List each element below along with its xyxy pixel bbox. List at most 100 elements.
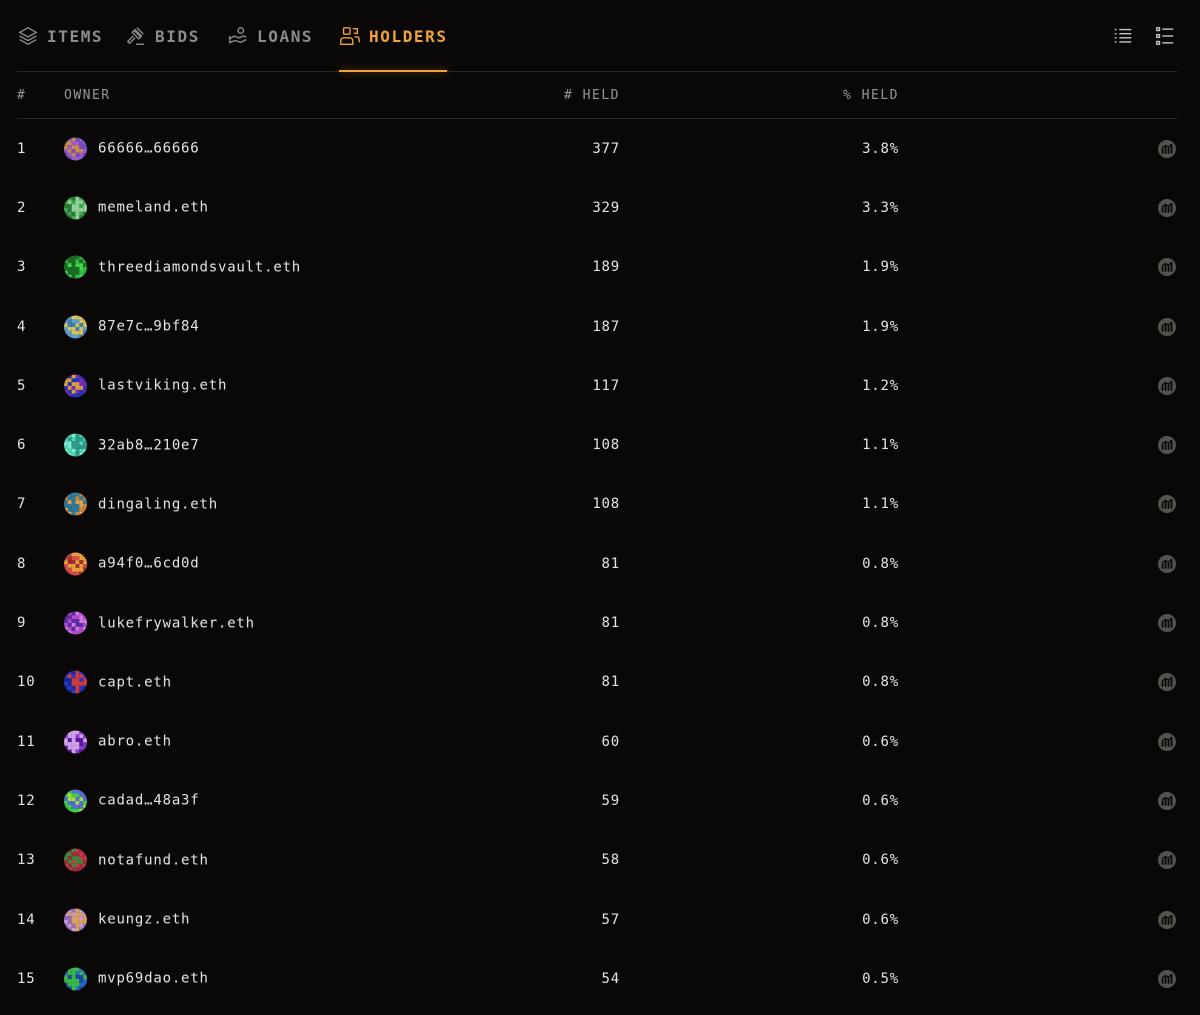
list-view-icon <box>1114 28 1132 43</box>
holder-owner[interactable]: capt.eth <box>64 670 172 694</box>
column-rank[interactable]: # <box>17 88 26 103</box>
holder-held-count: 54 <box>601 970 620 987</box>
holder-held-count: 329 <box>592 199 620 216</box>
holder-held-percent: 0.6% <box>862 852 899 869</box>
owner-name[interactable]: notafund.eth <box>98 852 209 868</box>
avatar <box>64 137 87 161</box>
holder-held-count: 81 <box>601 555 620 572</box>
table-row[interactable]: 9 lukefrywalker.eth 81 0.8% <box>17 593 1177 652</box>
table-row[interactable]: 8 a94f0…6cd0d 81 0.8% <box>17 534 1177 593</box>
holder-held-percent: 1.2% <box>862 377 899 394</box>
holder-activity-icon[interactable] <box>1157 850 1177 870</box>
table-row[interactable]: 10 capt.eth 81 0.8% <box>17 653 1177 712</box>
holder-held-percent: 0.8% <box>862 674 899 691</box>
holder-owner[interactable]: notafund.eth <box>64 848 209 872</box>
holder-owner[interactable]: mvp69dao.eth <box>64 967 209 991</box>
table-row[interactable]: 11 abro.eth 60 0.6% <box>17 712 1177 771</box>
holder-activity-icon[interactable] <box>1157 613 1177 633</box>
table-row[interactable]: 1 66666…66666 377 3.8% <box>17 119 1177 178</box>
holder-rank: 8 <box>17 555 27 572</box>
holder-activity-icon[interactable] <box>1157 554 1177 574</box>
holder-held-percent: 3.8% <box>862 140 899 157</box>
holder-owner[interactable]: 32ab8…210e7 <box>64 433 200 457</box>
avatar <box>64 848 87 872</box>
table-row[interactable]: 13 notafund.eth 58 0.6% <box>17 831 1177 890</box>
holder-owner[interactable]: memeland.eth <box>64 196 209 220</box>
holder-owner[interactable]: abro.eth <box>64 730 172 754</box>
holder-activity-icon[interactable] <box>1157 672 1177 692</box>
holder-rank: 4 <box>17 318 27 335</box>
detailed-list-view-button[interactable] <box>1153 24 1177 48</box>
table-row[interactable]: 4 87e7c…9bf84 187 1.9% <box>17 297 1177 356</box>
holder-activity-icon[interactable] <box>1157 317 1177 337</box>
holder-rank: 3 <box>17 259 27 276</box>
holder-held-percent: 3.3% <box>862 199 899 216</box>
tab-loans[interactable]: LOANS <box>227 20 313 52</box>
avatar <box>64 374 87 398</box>
owner-name[interactable]: lukefrywalker.eth <box>98 615 255 631</box>
owner-name[interactable]: capt.eth <box>98 674 172 690</box>
table-row[interactable]: 5 lastviking.eth 117 1.2% <box>17 356 1177 415</box>
detailed-list-view-icon <box>1156 27 1174 45</box>
holder-held-percent: 1.1% <box>862 437 899 454</box>
holder-held-count: 108 <box>592 437 620 454</box>
owner-name[interactable]: lastviking.eth <box>98 378 227 394</box>
holder-owner[interactable]: 66666…66666 <box>64 137 200 161</box>
holder-activity-icon[interactable] <box>1157 494 1177 514</box>
holder-held-percent: 0.6% <box>862 911 899 928</box>
column-owner[interactable]: OWNER <box>64 88 111 103</box>
holder-activity-icon[interactable] <box>1157 910 1177 930</box>
table-row[interactable]: 12 cadad…48a3f 59 0.6% <box>17 771 1177 830</box>
holder-owner[interactable]: cadad…48a3f <box>64 789 200 813</box>
owner-name[interactable]: 87e7c…9bf84 <box>98 319 200 335</box>
tab-bar: ITEMS BIDS LOANS HOLDERS <box>17 0 1177 72</box>
owner-name[interactable]: threediamondsvault.eth <box>98 259 301 275</box>
table-row[interactable]: 6 32ab8…210e7 108 1.1% <box>17 416 1177 475</box>
tab-bids[interactable]: BIDS <box>125 20 200 52</box>
holder-activity-icon[interactable] <box>1157 139 1177 159</box>
hand-coins-icon <box>229 27 247 44</box>
owner-name[interactable]: a94f0…6cd0d <box>98 556 200 572</box>
table-row[interactable]: 15 mvp69dao.eth 54 0.5% <box>17 949 1177 1008</box>
holder-rank: 11 <box>17 733 36 750</box>
holder-rank: 14 <box>17 911 36 928</box>
holder-owner[interactable]: lukefrywalker.eth <box>64 611 255 635</box>
holder-activity-icon[interactable] <box>1157 969 1177 989</box>
holder-owner[interactable]: threediamondsvault.eth <box>64 255 301 279</box>
holder-activity-icon[interactable] <box>1157 257 1177 277</box>
owner-name[interactable]: mvp69dao.eth <box>98 971 209 987</box>
owner-name[interactable]: dingaling.eth <box>98 496 218 512</box>
table-row[interactable]: 7 dingaling.eth 108 1.1% <box>17 475 1177 534</box>
holder-held-percent: 1.9% <box>862 259 899 276</box>
owner-name[interactable]: 32ab8…210e7 <box>98 437 200 453</box>
table-row[interactable]: 14 keungz.eth 57 0.6% <box>17 890 1177 949</box>
table-row[interactable]: 3 threediamondsvault.eth 189 1.9% <box>17 238 1177 297</box>
holder-activity-icon[interactable] <box>1157 376 1177 396</box>
table-row[interactable]: 2 memeland.eth 329 3.3% <box>17 178 1177 237</box>
holder-owner[interactable]: dingaling.eth <box>64 492 218 516</box>
holder-owner[interactable]: 87e7c…9bf84 <box>64 315 200 339</box>
owner-name[interactable]: 66666…66666 <box>98 141 200 157</box>
holder-owner[interactable]: keungz.eth <box>64 908 190 932</box>
holder-rank: 1 <box>17 140 27 157</box>
owner-name[interactable]: cadad…48a3f <box>98 793 200 809</box>
holder-activity-icon[interactable] <box>1157 435 1177 455</box>
column-held[interactable]: # HELD <box>564 88 620 103</box>
holder-rank: 12 <box>17 792 36 809</box>
holder-activity-icon[interactable] <box>1157 198 1177 218</box>
owner-name[interactable]: keungz.eth <box>98 912 190 928</box>
holder-owner[interactable]: a94f0…6cd0d <box>64 552 200 576</box>
tab-items[interactable]: ITEMS <box>17 20 103 52</box>
holder-activity-icon[interactable] <box>1157 732 1177 752</box>
holder-held-count: 81 <box>601 674 620 691</box>
holder-held-percent: 0.6% <box>862 792 899 809</box>
holder-owner[interactable]: lastviking.eth <box>64 374 227 398</box>
owner-name[interactable]: memeland.eth <box>98 200 209 216</box>
layers-icon <box>18 26 38 46</box>
owner-name[interactable]: abro.eth <box>98 734 172 750</box>
column-pct-held[interactable]: % HELD <box>843 88 899 103</box>
list-view-button[interactable] <box>1111 24 1135 48</box>
holder-activity-icon[interactable] <box>1157 791 1177 811</box>
tab-holders[interactable]: HOLDERS <box>339 20 448 52</box>
holder-held-count: 57 <box>601 911 620 928</box>
